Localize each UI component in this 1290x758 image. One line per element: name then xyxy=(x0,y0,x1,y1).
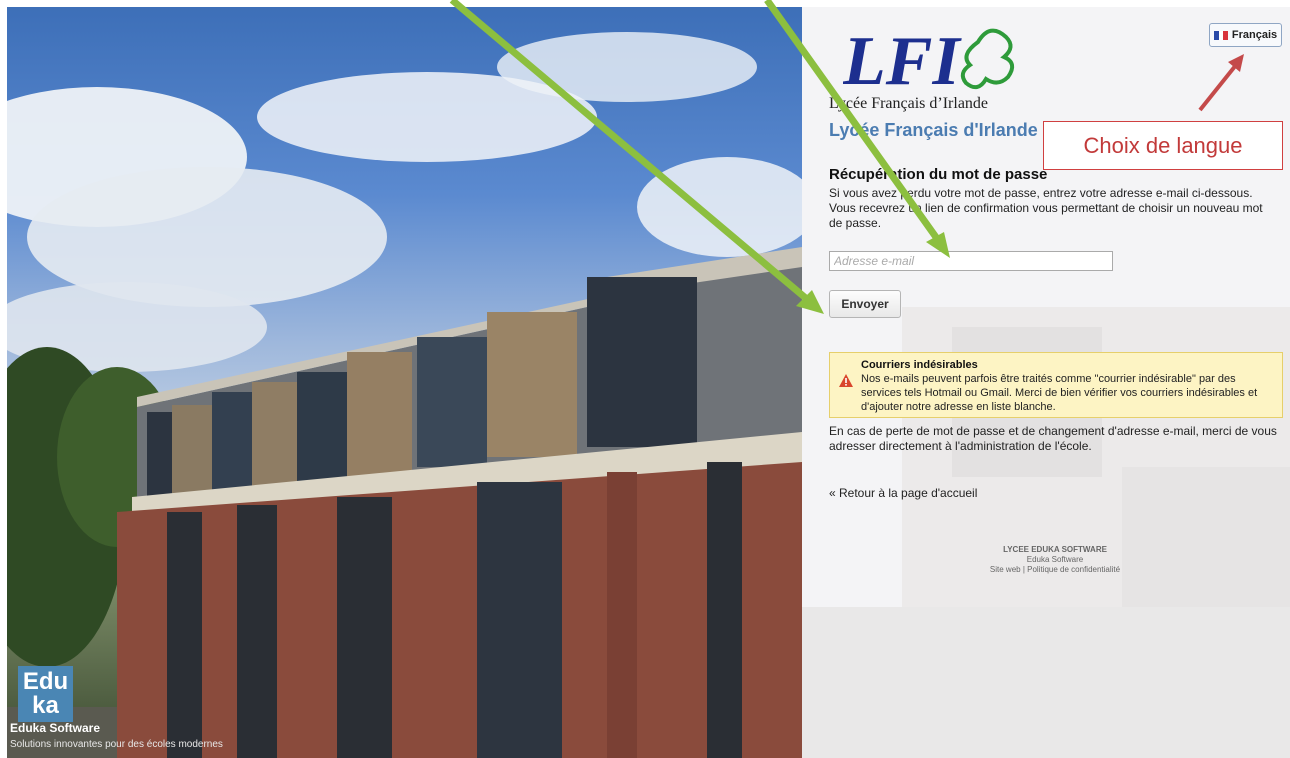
warning-icon xyxy=(839,374,853,387)
page: Edu ka Eduka Software Solutions innovant… xyxy=(0,0,1290,758)
footer: LYCEE EDUKA SOFTWARE Eduka Software Site… xyxy=(955,545,1155,575)
warning-text: Nos e-mails peuvent parfois être traités… xyxy=(861,373,1258,413)
back-home-link[interactable]: « Retour à la page d'accueil xyxy=(829,486,977,500)
eduka-logo-line1: Edu xyxy=(22,668,69,695)
annotation-language-choice: Choix de langue xyxy=(1043,121,1283,170)
footer-links: Site web | Politique de confidentialité xyxy=(955,565,1155,575)
language-label: Français xyxy=(1231,29,1278,41)
eduka-logo-line2: ka xyxy=(32,692,59,719)
spam-warning-box: Courriers indésirables Nos e-mails peuve… xyxy=(829,352,1283,418)
privacy-link[interactable]: Politique de confidentialité xyxy=(1027,565,1120,574)
warning-title: Courriers indésirables xyxy=(861,359,978,371)
eduka-brand: Eduka Software xyxy=(10,721,101,735)
language-button[interactable]: Français xyxy=(1209,23,1282,47)
building-photo: Edu ka xyxy=(7,7,802,758)
footer-brand: Eduka Software xyxy=(1026,555,1084,564)
footer-org: LYCEE EDUKA SOFTWARE xyxy=(1003,545,1107,554)
form-description: Si vous avez perdu votre mot de passe, e… xyxy=(829,186,1263,230)
school-name: Lycée Français d'Irlande xyxy=(829,120,1038,140)
lfi-logo: LFI xyxy=(843,23,1015,92)
site-web-link[interactable]: Site web xyxy=(990,565,1021,574)
footer-separator: | xyxy=(1022,565,1025,574)
email-input[interactable] xyxy=(829,251,1113,271)
page-title: Récupération du mot de passe xyxy=(829,166,1048,183)
lfi-logo-letters: LFI xyxy=(843,23,962,92)
admin-note: En cas de perte de mot de passe et de ch… xyxy=(829,424,1277,453)
logo-subtitle: Lycée Français d’Irlande xyxy=(829,95,989,112)
send-button[interactable]: Envoyer xyxy=(829,290,901,318)
building-illustration xyxy=(7,32,802,758)
french-flag-icon xyxy=(1213,30,1228,40)
eduka-logo: Edu ka xyxy=(18,666,73,722)
eduka-tagline: Solutions innovantes pour des écoles mod… xyxy=(10,739,223,750)
